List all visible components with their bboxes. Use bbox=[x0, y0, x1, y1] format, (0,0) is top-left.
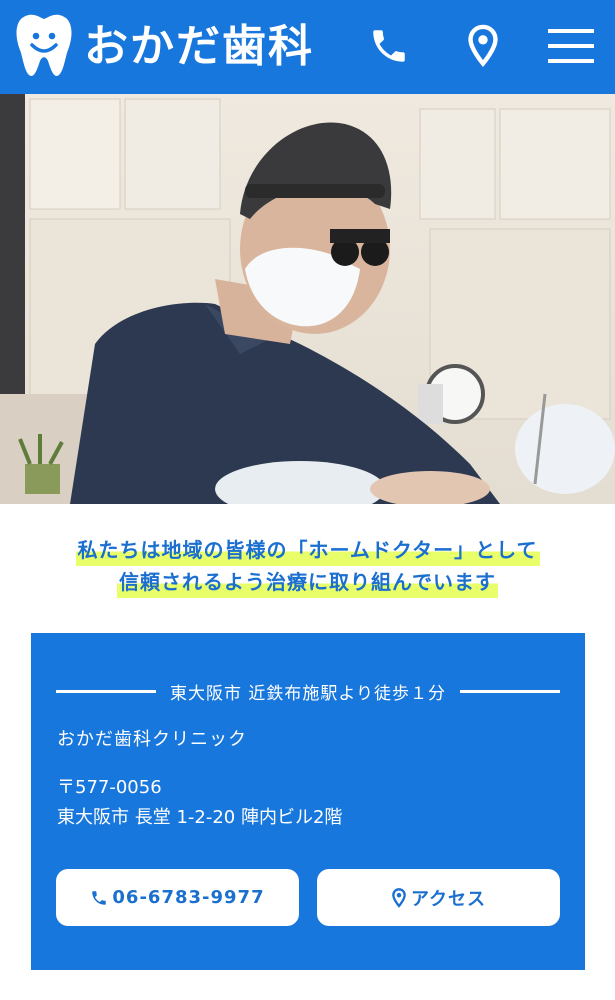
clinic-info-box: 東大阪市 近鉄布施駅より徒歩１分 おかだ歯科クリニック 〒577-0056 東大… bbox=[31, 633, 585, 970]
tagline: 私たちは地域の皆様の「ホームドクター」として 信頼されるよう治療に取り組んでいま… bbox=[0, 534, 615, 598]
postal-code: 〒577-0056 bbox=[57, 777, 162, 798]
tagline-line-1: 私たちは地域の皆様の「ホームドクター」として bbox=[75, 534, 540, 566]
hero-photo bbox=[0, 94, 615, 504]
divider-left bbox=[56, 689, 156, 693]
tooth-logo-icon[interactable] bbox=[14, 12, 74, 78]
site-header: おかだ歯科 bbox=[0, 0, 615, 94]
access-heading: 東大阪市 近鉄布施駅より徒歩１分 bbox=[56, 677, 561, 705]
clinic-address: 東大阪市 長堂 1-2-20 陣内ビル2階 bbox=[57, 807, 343, 828]
tel-label: 06-6783-9977 bbox=[112, 887, 265, 908]
map-pin-icon bbox=[392, 887, 406, 908]
access-label: アクセス bbox=[410, 888, 487, 910]
phone-icon bbox=[92, 890, 107, 905]
hamburger-menu-icon bbox=[548, 29, 594, 63]
menu-button[interactable] bbox=[544, 20, 598, 72]
phone-button[interactable] bbox=[364, 20, 414, 72]
map-pin-icon bbox=[468, 24, 498, 67]
access-button[interactable]: アクセス bbox=[317, 869, 560, 926]
divider-right bbox=[460, 689, 561, 693]
clinic-name: おかだ歯科クリニック bbox=[57, 729, 247, 750]
map-button[interactable] bbox=[458, 20, 508, 72]
tel-button[interactable]: 06-6783-9977 bbox=[56, 869, 299, 926]
dentist-photo-illustration bbox=[0, 94, 615, 504]
access-text: 東大阪市 近鉄布施駅より徒歩１分 bbox=[169, 683, 447, 704]
site-logo-text[interactable]: おかだ歯科 bbox=[84, 20, 314, 74]
phone-icon bbox=[373, 30, 405, 62]
tagline-line-2: 信頼されるよう治療に取り組んでいます bbox=[117, 566, 498, 598]
